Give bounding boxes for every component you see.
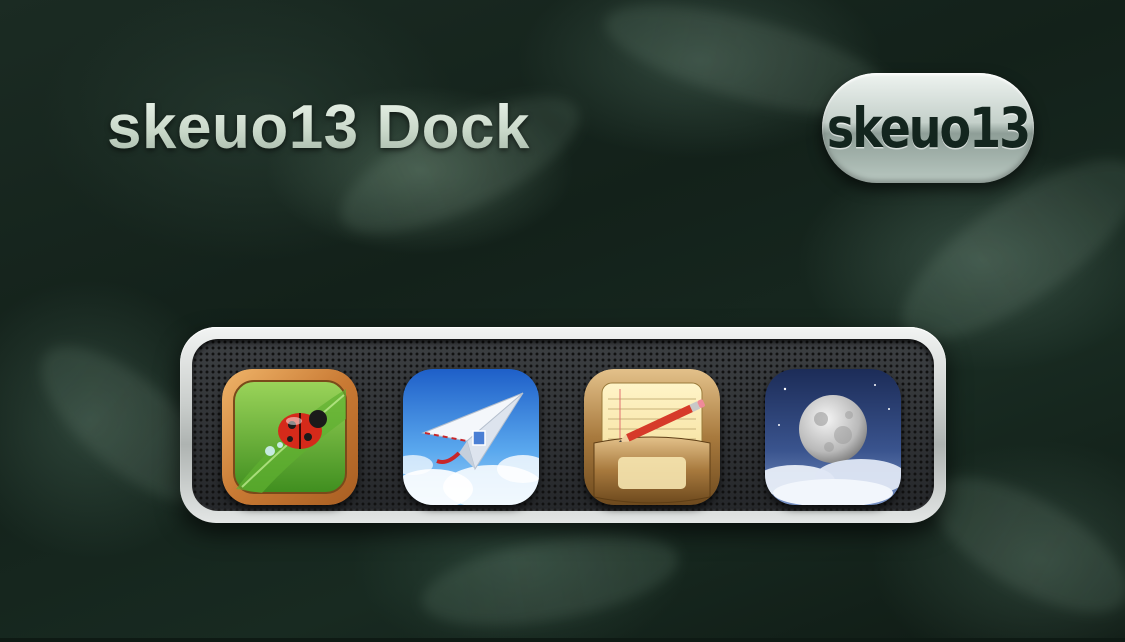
dock [180,327,946,523]
paper-plane-mail-icon[interactable] [403,369,539,505]
moon-weather-icon[interactable] [765,369,901,505]
logo-text: skeuo13 [826,95,1031,161]
dock-mesh-panel [192,339,934,511]
notepad-pencil-icon[interactable] [584,369,720,505]
skeuo13-logo-badge: skeuo13 [822,73,1034,183]
page-title: skeuo13 Dock [107,93,530,162]
ladybug-icon[interactable] [222,369,358,505]
